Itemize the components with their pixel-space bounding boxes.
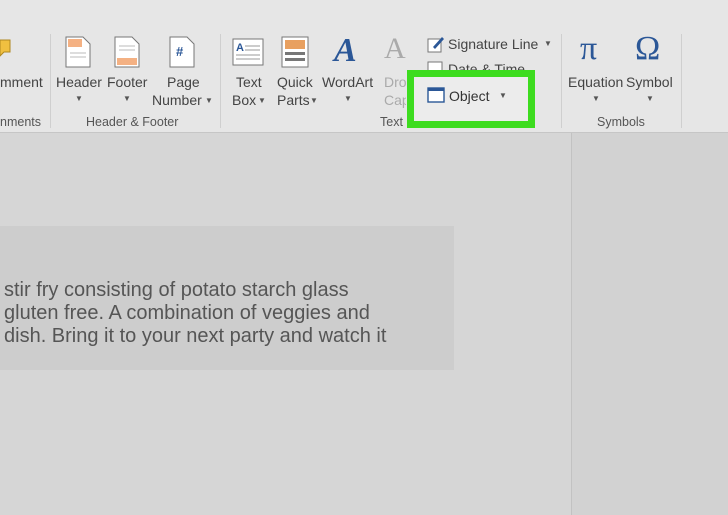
omega-icon: Ω <box>635 30 661 67</box>
document-line-2: gluten free. A combination of veggies an… <box>4 302 370 324</box>
chevron-down-icon: ▼ <box>646 94 654 103</box>
signature-line-button[interactable]: Signature Line ▼ <box>425 34 555 54</box>
svg-text:A: A <box>236 42 244 54</box>
footer-icon <box>114 36 140 68</box>
chevron-down-icon: ▼ <box>205 96 213 105</box>
equation-button[interactable]: π Equation ▼ <box>566 30 624 110</box>
footer-button[interactable]: Footer ▼ <box>104 34 150 110</box>
symbol-button[interactable]: Ω Symbol ▼ <box>626 30 676 110</box>
object-button[interactable]: Object ▼ <box>425 86 515 106</box>
wordart-icon: A <box>334 32 357 69</box>
footer-label: Footer <box>107 74 148 90</box>
insert-ribbon: mment nments Header ▼ Footer ▼ # Page Nu… <box>0 0 728 133</box>
quick-parts-label-line2: Parts <box>277 92 310 108</box>
hash-glyph: # <box>176 44 184 59</box>
comments-group-label: nments <box>0 115 41 129</box>
quick-parts-button[interactable]: Quick Parts ▼ <box>273 34 319 110</box>
page-number-label-line1: Page <box>167 74 200 90</box>
document-line-3: dish. Bring it to your next party and wa… <box>4 325 387 347</box>
chevron-down-icon: ▼ <box>499 91 507 100</box>
header-button[interactable]: Header ▼ <box>55 34 102 110</box>
text-group-label: Text <box>380 115 403 129</box>
signature-line-label: Signature Line <box>448 36 539 52</box>
text-box-icon: A <box>232 38 264 66</box>
wordart-label: WordArt <box>322 74 374 90</box>
comment-icon <box>0 34 14 64</box>
comment-button-label[interactable]: mment <box>0 74 43 90</box>
separator <box>561 34 562 128</box>
separator <box>681 34 682 128</box>
drop-cap-label-line1: Dro <box>384 74 406 90</box>
separator <box>50 34 51 128</box>
quick-parts-label-line1: Quick <box>277 74 313 90</box>
separator <box>220 34 221 128</box>
header-footer-group-label: Header & Footer <box>86 115 179 129</box>
wordart-button[interactable]: A WordArt ▼ <box>320 32 376 110</box>
header-label: Header <box>56 74 102 90</box>
chevron-down-icon: ▼ <box>123 94 131 103</box>
drop-cap-icon: A <box>384 34 406 65</box>
quick-parts-icon <box>281 36 309 68</box>
symbol-label: Symbol <box>626 74 673 90</box>
chevron-down-icon: ▼ <box>592 94 600 103</box>
side-margin <box>571 133 728 515</box>
chevron-down-icon: ▼ <box>258 96 266 105</box>
document-line-1: stir fry consisting of potato starch gla… <box>4 279 349 301</box>
drop-cap-button[interactable]: A Dro Cap <box>380 34 406 110</box>
text-box-label-line1: Text <box>236 74 262 90</box>
chevron-down-icon: ▼ <box>544 39 552 48</box>
object-label: Object <box>449 88 490 104</box>
signature-pen-icon <box>427 37 444 53</box>
chevron-down-icon: ▼ <box>344 94 352 103</box>
text-box-button[interactable]: A Text Box ▼ <box>226 34 270 110</box>
chevron-down-icon: ▼ <box>75 94 83 103</box>
object-icon <box>427 87 445 103</box>
page-number-button[interactable]: # Page Number ▼ <box>152 34 214 110</box>
page-number-label-line2: Number <box>152 92 202 108</box>
symbols-group-label: Symbols <box>597 115 645 129</box>
equation-label: Equation <box>568 74 624 90</box>
text-box-label-line2: Box <box>232 92 257 108</box>
pi-icon: π <box>580 30 598 67</box>
document-text-block[interactable]: stir fry consisting of potato starch gla… <box>0 226 454 370</box>
chevron-down-icon: ▼ <box>310 96 318 105</box>
header-icon <box>65 36 91 68</box>
drop-cap-label-line2: Cap <box>384 92 406 108</box>
